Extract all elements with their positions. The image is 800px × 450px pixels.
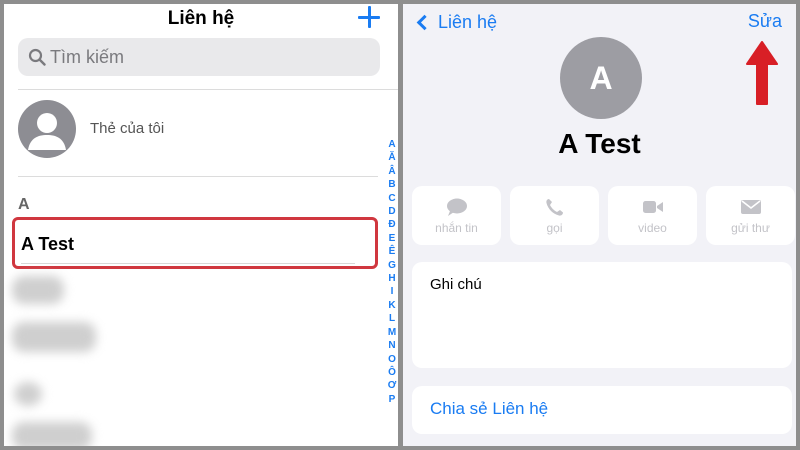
- avatar[interactable]: [18, 100, 76, 158]
- contact-list-item[interactable]: A Test: [12, 217, 378, 269]
- index-letter[interactable]: A: [388, 138, 395, 151]
- contact-detail-panel: Liên hệ Sửa A A Test nhắn tin gọi video: [403, 4, 796, 446]
- notes-label: Ghi chú: [430, 276, 482, 293]
- index-letter[interactable]: N: [388, 339, 395, 352]
- message-button[interactable]: nhắn tin: [412, 186, 501, 245]
- blurred-contact: [12, 322, 96, 352]
- index-letter[interactable]: B: [388, 178, 395, 191]
- index-letter[interactable]: H: [388, 272, 395, 285]
- index-letter[interactable]: O: [388, 353, 396, 366]
- index-letter[interactable]: E: [389, 232, 396, 245]
- call-button[interactable]: gọi: [510, 186, 599, 245]
- index-letter[interactable]: P: [389, 393, 396, 406]
- blurred-contact: [14, 382, 42, 406]
- back-button[interactable]: Liên hệ: [415, 10, 497, 34]
- index-letter[interactable]: Đ: [388, 218, 395, 231]
- share-contact-label: Chia sẻ Liên hệ: [430, 399, 549, 418]
- video-icon: [642, 200, 663, 213]
- plus-icon[interactable]: [358, 6, 380, 28]
- blurred-contact: [12, 422, 92, 446]
- search-icon: [28, 48, 46, 66]
- index-letter[interactable]: G: [388, 259, 396, 272]
- message-icon: [446, 198, 467, 216]
- mail-icon: [740, 199, 761, 214]
- index-letter[interactable]: C: [388, 192, 395, 205]
- divider: [18, 176, 378, 177]
- person-icon: [28, 113, 66, 150]
- index-letter[interactable]: D: [388, 205, 395, 218]
- index-letter[interactable]: Ê: [389, 245, 396, 258]
- index-letter[interactable]: I: [391, 285, 394, 298]
- page-title: Liên hệ: [167, 8, 235, 29]
- divider: [18, 89, 398, 90]
- alphabet-index[interactable]: A Ă Â B C D Đ E Ê G H I K L M N O Ô Ơ P: [386, 138, 398, 406]
- section-header: A: [18, 196, 30, 213]
- mail-button[interactable]: gửi thư: [706, 186, 795, 245]
- index-letter[interactable]: K: [388, 299, 395, 312]
- action-buttons: nhắn tin gọi video gửi thư: [412, 186, 795, 245]
- video-button[interactable]: video: [608, 186, 697, 245]
- contact-avatar: A: [560, 37, 642, 119]
- index-letter[interactable]: Â: [388, 165, 395, 178]
- my-card-label[interactable]: Thẻ của tôi: [90, 120, 164, 137]
- contact-name: A Test: [21, 234, 75, 254]
- contact-name-heading: A Test: [558, 128, 641, 159]
- back-label: Liên hệ: [438, 11, 498, 32]
- blurred-contact: [12, 276, 64, 304]
- phone-icon: [545, 198, 563, 216]
- index-letter[interactable]: Ô: [388, 366, 396, 379]
- index-letter[interactable]: Ơ: [388, 379, 397, 392]
- index-letter[interactable]: Ă: [388, 151, 395, 164]
- edit-button[interactable]: Sửa: [748, 11, 782, 32]
- contacts-list-panel: Liên hệ Tìm kiếm Thẻ của tôi A A Test A …: [4, 4, 398, 446]
- notes-field[interactable]: Ghi chú: [412, 262, 792, 368]
- search-placeholder: Tìm kiếm: [50, 47, 124, 67]
- chevron-left-icon: [416, 14, 433, 30]
- index-letter[interactable]: L: [389, 312, 395, 325]
- search-input[interactable]: Tìm kiếm: [18, 38, 380, 76]
- index-letter[interactable]: M: [388, 326, 396, 339]
- red-arrow-up-icon: [746, 41, 778, 105]
- share-contact-button[interactable]: Chia sẻ Liên hệ: [412, 386, 792, 434]
